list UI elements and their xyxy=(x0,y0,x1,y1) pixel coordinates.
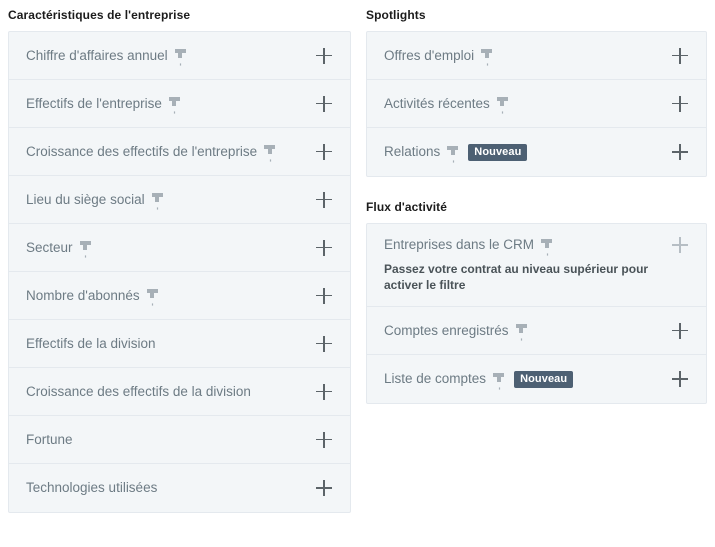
filter-row-main: Croissance des effectifs de la division xyxy=(26,383,332,401)
filter-row-main: Secteur xyxy=(26,239,332,257)
filter-row-main: Relations Nouveau xyxy=(384,143,688,161)
filter-row-label: Technologies utilisées xyxy=(26,480,158,495)
filter-row[interactable]: Comptes enregistrés xyxy=(367,307,706,355)
filter-row[interactable]: Entreprises dans le CRM Passez votre cont… xyxy=(367,224,706,307)
filter-row-label: Fortune xyxy=(26,431,73,447)
filter-row-label: Liste de comptes xyxy=(384,371,487,386)
filter-row-main: Croissance des effectifs de l'entreprise xyxy=(26,143,332,161)
filter-row[interactable]: Effectifs de la division xyxy=(9,320,350,368)
filter-row[interactable]: Technologies utilisées xyxy=(9,464,350,512)
new-badge: Nouveau xyxy=(468,143,528,161)
filter-row-main: Effectifs de l'entreprise xyxy=(26,95,332,113)
pin-icon[interactable] xyxy=(264,145,276,158)
filter-row[interactable]: Offres d'emploi xyxy=(367,32,706,80)
filter-row-label: Croissance des effectifs de l'entreprise xyxy=(26,143,258,159)
filter-row[interactable]: Secteur xyxy=(9,224,350,272)
plus-icon[interactable] xyxy=(316,95,332,112)
plus-icon[interactable] xyxy=(316,480,332,496)
filter-row-main: Activités récentes xyxy=(384,95,688,113)
plus-icon[interactable] xyxy=(316,191,332,208)
plus-icon[interactable] xyxy=(316,47,332,64)
filter-row[interactable]: Relations Nouveau xyxy=(367,128,706,176)
filter-row-main: Entreprises dans le CRM xyxy=(384,236,688,254)
pin-icon[interactable] xyxy=(493,372,505,386)
filter-row-main: Technologies utilisées xyxy=(26,479,332,497)
filter-row-label: Offres d'emploi xyxy=(384,47,475,63)
filter-row-label: Entreprises dans le CRM xyxy=(384,237,535,252)
filter-card: Entreprises dans le CRM Passez votre cont… xyxy=(366,223,707,404)
left-column: Caractéristiques de l'entreprise Chiffre… xyxy=(8,0,351,513)
pin-icon[interactable] xyxy=(496,97,508,110)
section-title: Spotlights xyxy=(366,8,426,22)
pin-icon[interactable] xyxy=(481,49,493,62)
filter-row[interactable]: Activités récentes xyxy=(367,80,706,128)
filter-row[interactable]: Lieu du siège social xyxy=(9,176,350,224)
pin-icon[interactable] xyxy=(174,49,186,62)
right-column: Spotlights Offres d'emploi Activités réce… xyxy=(366,0,707,404)
plus-icon[interactable] xyxy=(316,239,332,256)
plus-icon[interactable] xyxy=(316,383,332,400)
filter-row-main: Liste de comptes Nouveau xyxy=(384,370,688,388)
filter-row-label: Comptes enregistrés xyxy=(384,322,509,338)
pin-icon[interactable] xyxy=(79,241,91,254)
section-title: Flux d'activité xyxy=(366,200,448,214)
filter-card: Offres d'emploi Activités récentes Relatio… xyxy=(366,31,707,177)
filter-row-main: Comptes enregistrés xyxy=(384,322,688,340)
plus-icon[interactable] xyxy=(672,322,688,339)
pin-icon[interactable] xyxy=(515,324,527,337)
filter-row[interactable]: Chiffre d'affaires annuel xyxy=(9,32,350,80)
section-spotlights: Spotlights Offres d'emploi Activités réce… xyxy=(366,0,707,177)
pin-icon[interactable] xyxy=(146,289,158,302)
pin-icon[interactable] xyxy=(168,97,180,110)
filter-row[interactable]: Fortune xyxy=(9,416,350,464)
filter-row-main: Lieu du siège social xyxy=(26,191,332,209)
filter-row[interactable]: Croissance des effectifs de la division xyxy=(9,368,350,416)
filter-row-label: Croissance des effectifs de la division xyxy=(26,383,251,399)
new-badge: Nouveau xyxy=(514,370,574,388)
filter-row[interactable]: Nombre d'abonnés xyxy=(9,272,350,320)
upgrade-note: Passez votre contrat au niveau supérieur… xyxy=(384,262,649,292)
filter-row-label: Effectifs de la division xyxy=(26,335,156,351)
pin-icon[interactable] xyxy=(541,238,553,252)
filter-row-main: Offres d'emploi xyxy=(384,47,688,65)
plus-icon[interactable] xyxy=(316,335,332,352)
filter-row-main: Chiffre d'affaires annuel xyxy=(26,47,332,65)
filter-row-label: Effectifs de l'entreprise xyxy=(26,95,162,111)
filter-row-label: Chiffre d'affaires annuel xyxy=(26,47,168,63)
plus-icon[interactable] xyxy=(672,95,688,112)
plus-icon[interactable] xyxy=(672,47,688,64)
section-company-attributes: Caractéristiques de l'entreprise Chiffre… xyxy=(8,0,351,513)
filter-card: Chiffre d'affaires annuel Effectifs de l'… xyxy=(8,31,351,513)
section-activity-feed: Flux d'activité Entreprises dans le CRM P… xyxy=(366,192,707,404)
plus-icon xyxy=(672,237,688,253)
filter-row-label: Activités récentes xyxy=(384,95,490,111)
plus-icon[interactable] xyxy=(672,371,688,387)
plus-icon[interactable] xyxy=(316,287,332,304)
pin-icon[interactable] xyxy=(447,145,459,159)
filter-row-label: Relations xyxy=(384,144,441,159)
filter-row[interactable]: Effectifs de l'entreprise xyxy=(9,80,350,128)
filters-panel: Caractéristiques de l'entreprise Chiffre… xyxy=(0,0,715,547)
plus-icon[interactable] xyxy=(672,144,688,160)
filter-row-label: Nombre d'abonnés xyxy=(26,287,140,303)
plus-icon[interactable] xyxy=(316,431,332,448)
filter-row-main: Nombre d'abonnés xyxy=(26,287,332,305)
section-title: Caractéristiques de l'entreprise xyxy=(8,8,191,22)
filter-row[interactable]: Croissance des effectifs de l'entreprise xyxy=(9,128,350,176)
filter-row-main: Fortune xyxy=(26,431,332,449)
filter-row[interactable]: Liste de comptes Nouveau xyxy=(367,355,706,403)
pin-icon[interactable] xyxy=(151,193,163,206)
plus-icon[interactable] xyxy=(316,143,332,160)
filter-row-label: Secteur xyxy=(26,239,73,255)
filter-row-label: Lieu du siège social xyxy=(26,191,145,207)
filter-row-main: Effectifs de la division xyxy=(26,335,332,353)
